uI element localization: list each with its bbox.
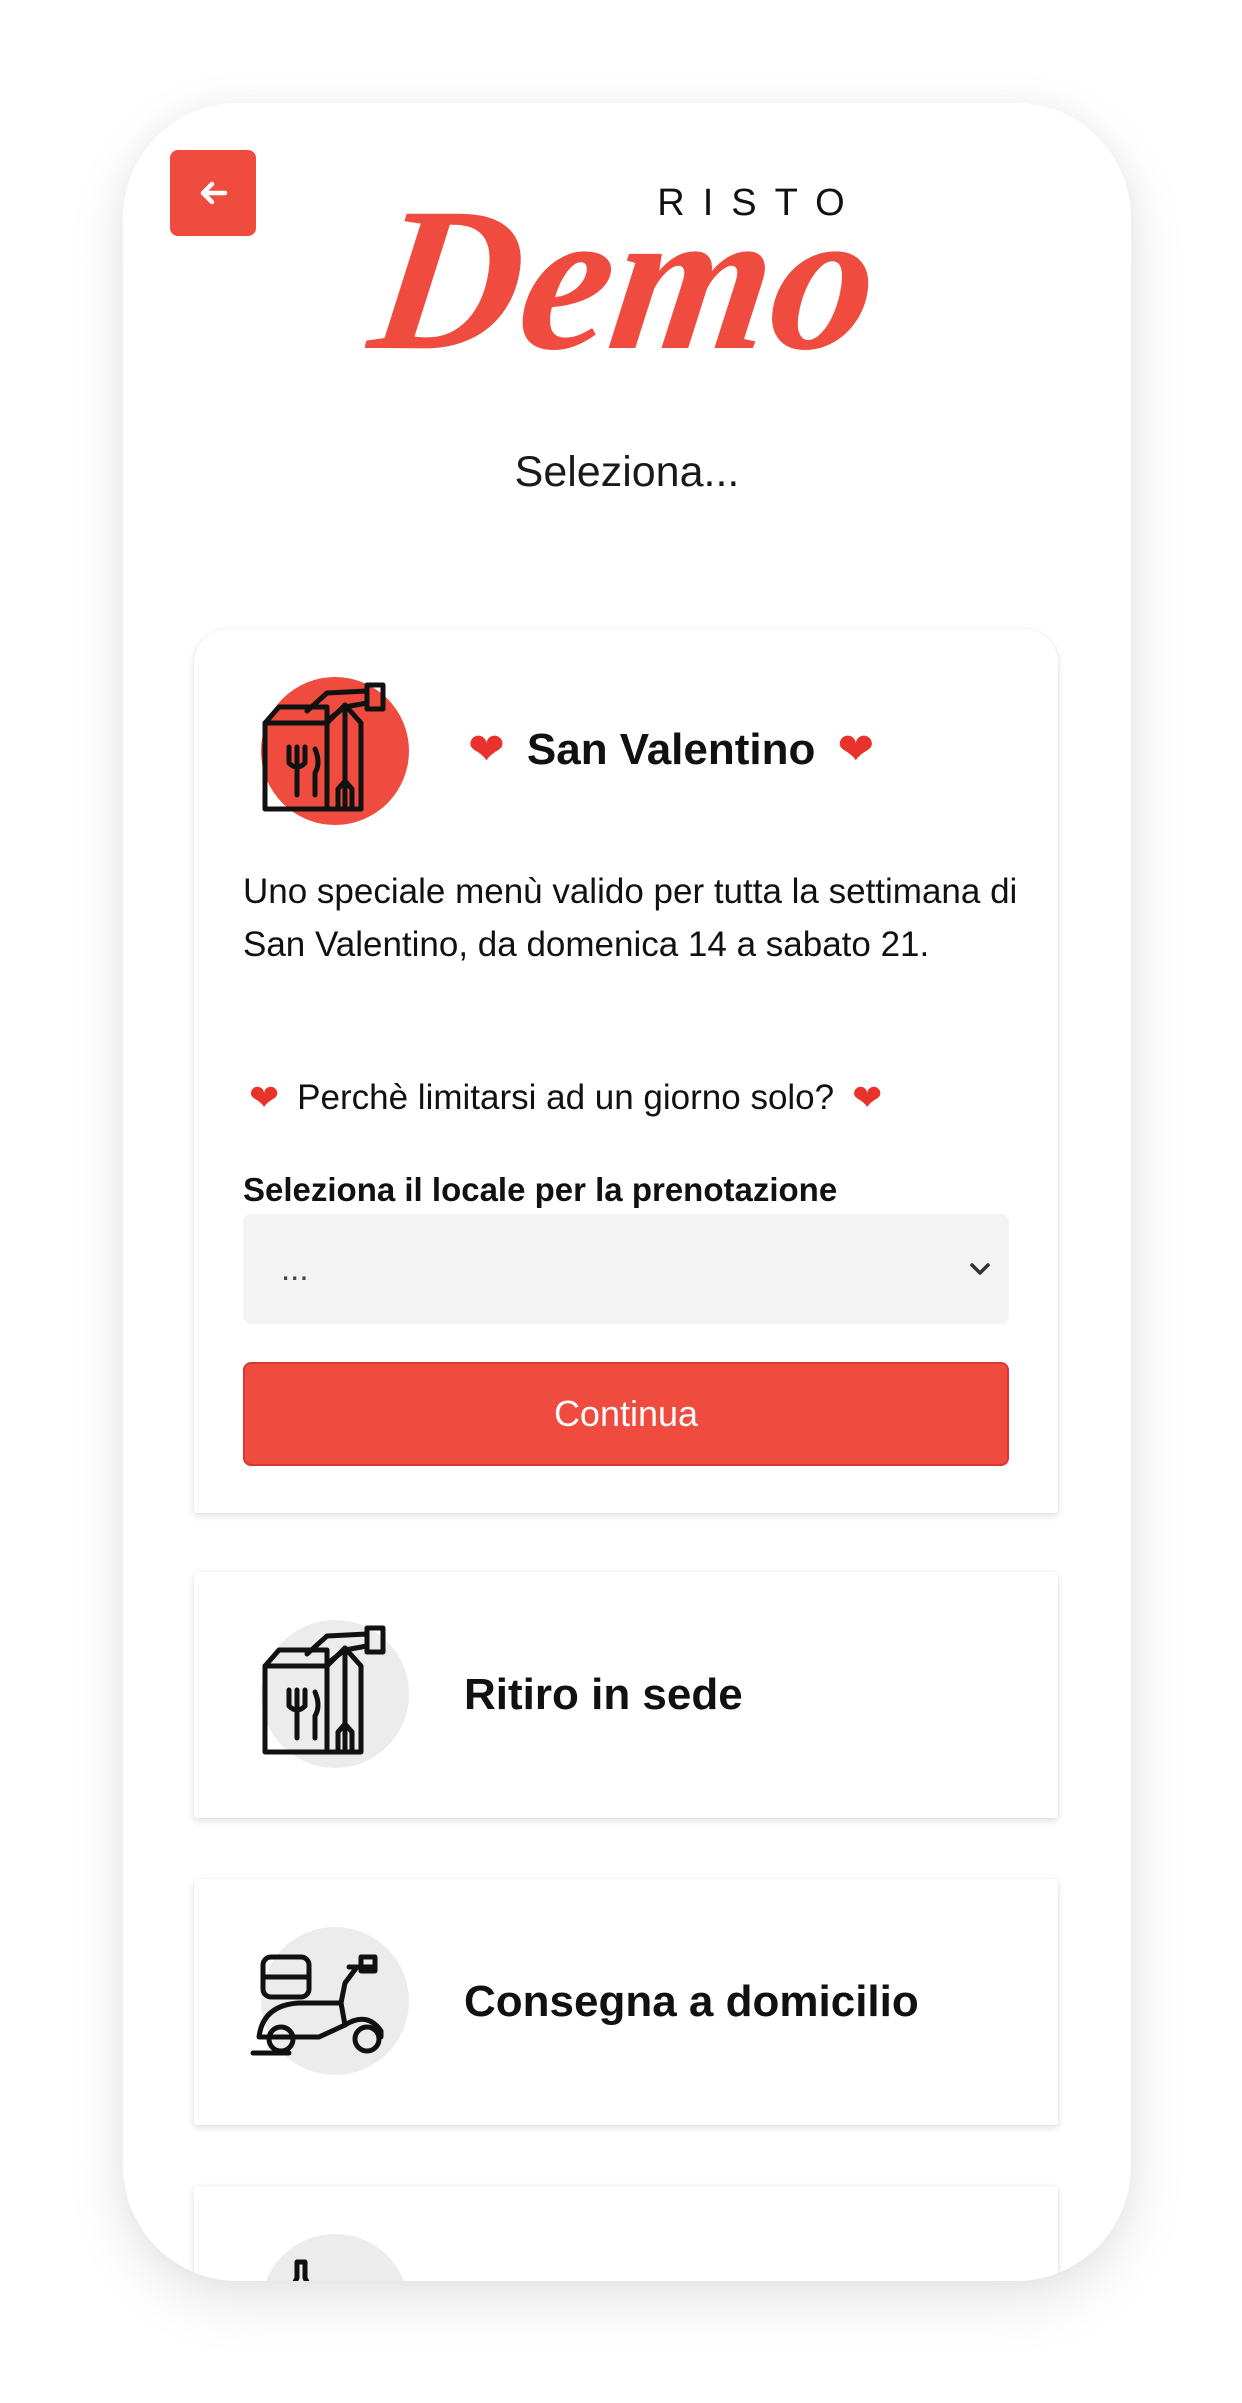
heart-icon: ❤ [837, 725, 875, 774]
featured-title: San Valentino [526, 724, 816, 774]
option-icon [249, 1620, 409, 1770]
delivery-scooter-icon [250, 1954, 384, 2056]
featured-icon [249, 677, 409, 827]
back-button[interactable] [170, 150, 256, 236]
continue-button[interactable]: Continua [243, 1362, 1009, 1466]
page-title: Seleziona... [514, 448, 740, 496]
heart-icon: ❤ [468, 725, 505, 774]
select-location-label: Seleziona il locale per la prenotazione [243, 1171, 838, 1208]
option-partial[interactable] [194, 2186, 1058, 2281]
arrow-left-icon [200, 181, 228, 205]
heart-icon: ❤ [852, 1077, 883, 1118]
option-consegna-a-domicilio[interactable]: Consegna a domicilio [194, 1879, 1058, 2125]
flask-icon [292, 2259, 310, 2281]
takeaway-bag-icon [262, 1625, 386, 1755]
risto-demo-logo: RISTO Demo [365, 165, 885, 373]
option-icon [249, 2234, 409, 2281]
app-screen: RISTO Demo Seleziona... ❤ San Valentino … [123, 103, 1131, 2281]
location-select[interactable]: ... [243, 1214, 1009, 1324]
option-icon [249, 1927, 409, 2077]
heart-icon: ❤ [249, 1077, 280, 1118]
logo-script-text: Demo [365, 165, 885, 373]
featured-card-san-valentino: ❤ San Valentino ❤ Uno speciale menù vali… [194, 629, 1058, 1513]
option-label: Ritiro in sede [464, 1670, 743, 1719]
takeaway-bag-icon [262, 682, 386, 812]
option-ritiro-in-sede[interactable]: Ritiro in sede [194, 1572, 1058, 1818]
location-select-value: ... [281, 1250, 309, 1287]
featured-tagline-row: ❤ Perchè limitarsi ad un giorno solo? ❤ [249, 1077, 882, 1119]
featured-title-row: ❤ San Valentino ❤ [468, 724, 874, 775]
featured-description: Uno speciale menù valido per tutta la se… [243, 872, 1018, 964]
featured-tagline: Perchè limitarsi ad un giorno solo? [297, 1078, 835, 1117]
option-label: Consegna a domicilio [464, 1977, 919, 2026]
chevron-down-icon [970, 1263, 990, 1275]
